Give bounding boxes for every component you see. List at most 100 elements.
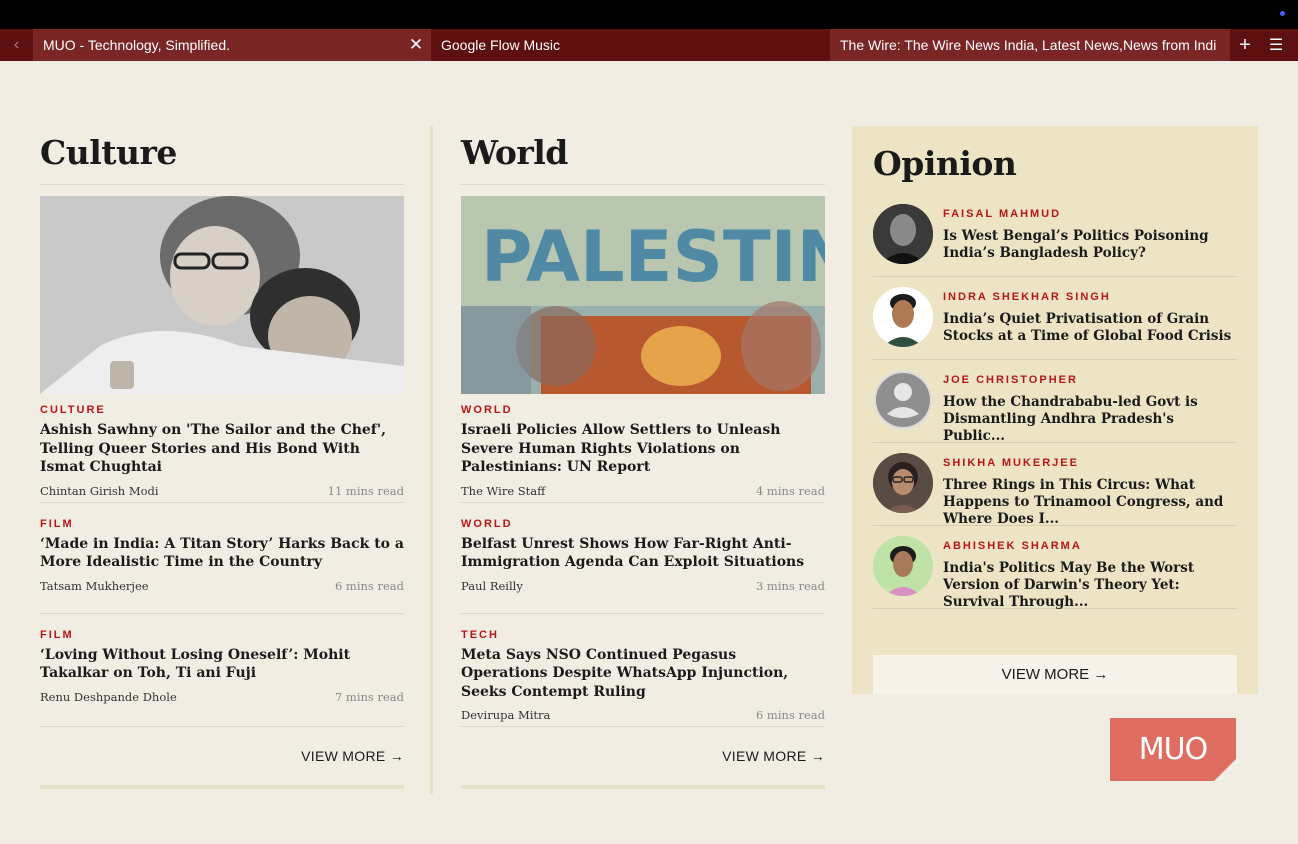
opinion-view-more-button[interactable]: VIEW MORE →	[873, 655, 1237, 694]
world-hero-illustration: PALESTINE	[461, 196, 825, 394]
opinion-headline[interactable]: How the Chandrababu-led Govt is Dismantl…	[943, 394, 1237, 445]
muo-watermark-logo: MUO	[1110, 718, 1236, 781]
article-author[interactable]: The Wire Staff	[461, 484, 545, 498]
world-section: World PALESTINE WORLD Israeli Policies A…	[461, 126, 825, 789]
list-item[interactable]: TECH Meta Says NSO Continued Pegasus Ope…	[461, 629, 825, 723]
column-divider	[430, 126, 433, 794]
list-item[interactable]: WORLD Israeli Policies Allow Settlers to…	[461, 404, 825, 498]
close-icon[interactable]: ✕	[401, 35, 431, 55]
divider	[461, 726, 825, 727]
opinion-headline[interactable]: India's Politics May Be the Worst Versio…	[943, 560, 1237, 611]
article-meta: Devirupa Mitra 6 mins read	[461, 708, 825, 722]
hero-sign-text: PALESTINE	[481, 216, 825, 298]
article-author[interactable]: Paul Reilly	[461, 579, 523, 593]
back-icon[interactable]: ‹	[0, 29, 33, 61]
list-item[interactable]: FILM ‘Loving Without Losing Oneself’: Mo…	[40, 629, 404, 704]
article-meta: Chintan Girish Modi 11 mins read	[40, 484, 404, 498]
opinion-body: SHIKHA MUKERJEE Three Rings in This Circ…	[943, 453, 1237, 528]
article-tag[interactable]: WORLD	[461, 518, 825, 530]
divider	[461, 612, 825, 614]
culture-hero-illustration	[40, 196, 404, 394]
article-meta: The Wire Staff 4 mins read	[461, 484, 825, 498]
logo-text: MUO	[1138, 732, 1208, 767]
opinion-item[interactable]: FAISAL MAHMUD Is West Bengal’s Politics …	[873, 194, 1237, 277]
tab-muo[interactable]: MUO - Technology, Simplified. ✕	[33, 29, 431, 61]
opinion-item[interactable]: INDRA SHEKHAR SINGH India’s Quiet Privat…	[873, 277, 1237, 360]
article-tag[interactable]: WORLD	[461, 404, 825, 416]
opinion-headline[interactable]: Is West Bengal’s Politics Poisoning Indi…	[943, 228, 1237, 262]
avatar-photo	[873, 536, 933, 596]
tab-google-flow-music[interactable]: Google Flow Music	[431, 29, 830, 61]
article-author[interactable]: Chintan Girish Modi	[40, 484, 159, 498]
opinion-body: FAISAL MAHMUD Is West Bengal’s Politics …	[943, 204, 1237, 276]
read-time: 3 mins read	[755, 578, 825, 593]
divider	[40, 501, 404, 503]
person-placeholder-icon	[874, 371, 932, 429]
culture-section: Culture CULTURE Ashish Sawhny on 'The Sa…	[40, 126, 404, 789]
tab-the-wire[interactable]: The Wire: The Wire News India, Latest Ne…	[830, 29, 1230, 61]
avatar[interactable]	[873, 453, 933, 513]
divider	[40, 725, 404, 727]
section-title-opinion[interactable]: Opinion	[873, 144, 1237, 194]
avatar[interactable]	[873, 204, 933, 264]
author-name[interactable]: SHIKHA MUKERJEE	[943, 457, 1237, 469]
avatar[interactable]	[873, 287, 933, 347]
article-author[interactable]: Tatsam Mukherjee	[40, 579, 149, 593]
opinion-headline[interactable]: India’s Quiet Privatisation of Grain Sto…	[943, 311, 1237, 345]
new-tab-icon[interactable]: +	[1230, 29, 1260, 61]
view-more-button[interactable]: VIEW MORE →	[40, 748, 404, 764]
article-meta: Tatsam Mukherjee 6 mins read	[40, 579, 404, 593]
read-time: 11 mins read	[327, 483, 404, 498]
author-name[interactable]: INDRA SHEKHAR SINGH	[943, 291, 1237, 303]
divider	[461, 501, 825, 503]
article-author[interactable]: Devirupa Mitra	[461, 708, 550, 722]
read-time: 6 mins read	[334, 578, 404, 593]
tab-title: MUO - Technology, Simplified.	[43, 37, 230, 53]
menu-icon[interactable]: ☰	[1260, 29, 1292, 61]
read-time: 4 mins read	[755, 483, 825, 498]
opinion-body: ABHISHEK SHARMA India's Politics May Be …	[943, 536, 1237, 611]
article-headline[interactable]: Meta Says NSO Continued Pegasus Operatio…	[461, 646, 825, 702]
author-name[interactable]: FAISAL MAHMUD	[943, 208, 1237, 220]
article-author[interactable]: Renu Deshpande Dhole	[40, 690, 177, 704]
window-top-bar	[0, 0, 1298, 29]
list-item[interactable]: WORLD Belfast Unrest Shows How Far-Right…	[461, 518, 825, 593]
article-tag[interactable]: FILM	[40, 518, 404, 530]
article-tag[interactable]: FILM	[40, 629, 404, 641]
avatar-photo	[873, 287, 933, 347]
divider	[40, 184, 404, 185]
opinion-item[interactable]: JOE CHRISTOPHER How the Chandrababu-led …	[873, 360, 1237, 445]
status-dot	[1280, 11, 1285, 16]
culture-hero-image[interactable]	[40, 196, 404, 394]
article-headline[interactable]: Belfast Unrest Shows How Far-Right Anti-…	[461, 535, 825, 572]
opinion-item[interactable]: SHIKHA MUKERJEE Three Rings in This Circ…	[873, 443, 1237, 528]
avatar[interactable]	[873, 370, 933, 430]
avatar[interactable]	[873, 536, 933, 596]
article-meta: Renu Deshpande Dhole 7 mins read	[40, 690, 404, 704]
author-name[interactable]: ABHISHEK SHARMA	[943, 540, 1237, 552]
divider	[40, 612, 404, 614]
article-headline[interactable]: ‘Loving Without Losing Oneself’: Mohit T…	[40, 646, 404, 683]
article-meta: Paul Reilly 3 mins read	[461, 579, 825, 593]
logo-fold	[1214, 759, 1236, 781]
article-headline[interactable]: Ashish Sawhny on 'The Sailor and the Che…	[40, 421, 404, 477]
author-name[interactable]: JOE CHRISTOPHER	[943, 374, 1237, 386]
world-hero-image[interactable]: PALESTINE	[461, 196, 825, 394]
tab-title: Google Flow Music	[441, 37, 561, 53]
article-tag[interactable]: TECH	[461, 629, 825, 641]
opinion-body: JOE CHRISTOPHER How the Chandrababu-led …	[943, 370, 1237, 445]
article-tag[interactable]: CULTURE	[40, 404, 404, 416]
opinion-section: Opinion FAISAL MAHMUD Is West Bengal’s P…	[852, 126, 1258, 694]
section-title-culture[interactable]: Culture	[40, 126, 404, 184]
view-more-button[interactable]: VIEW MORE →	[461, 748, 825, 764]
list-item[interactable]: FILM ‘Made in India: A Titan Story’ Hark…	[40, 518, 404, 593]
section-title-world[interactable]: World	[461, 126, 825, 184]
article-headline[interactable]: ‘Made in India: A Titan Story’ Harks Bac…	[40, 535, 404, 572]
opinion-item[interactable]: ABHISHEK SHARMA India's Politics May Be …	[873, 526, 1237, 611]
read-time: 7 mins read	[334, 689, 404, 704]
article-headline[interactable]: Israeli Policies Allow Settlers to Unlea…	[461, 421, 825, 477]
list-item[interactable]: CULTURE Ashish Sawhny on 'The Sailor and…	[40, 404, 404, 498]
tab-title: The Wire: The Wire News India, Latest Ne…	[840, 37, 1217, 53]
opinion-headline[interactable]: Three Rings in This Circus: What Happens…	[943, 477, 1237, 528]
section-footer-bar	[40, 784, 404, 789]
